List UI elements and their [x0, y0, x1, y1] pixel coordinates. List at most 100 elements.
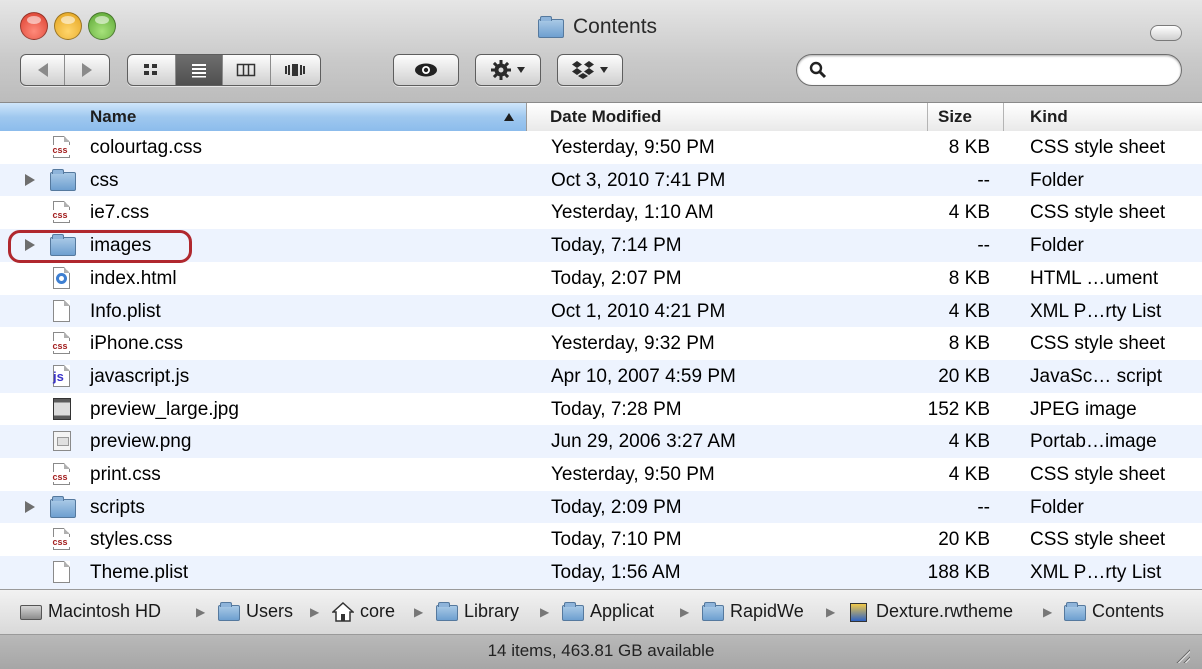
list-view-button[interactable]: [175, 55, 224, 85]
file-name: ie7.css: [90, 202, 150, 224]
list-item[interactable]: Info.plist Oct 1, 2010 4:21 PM 4 KB XML …: [0, 294, 1202, 328]
path-item-label: Library: [464, 601, 520, 621]
close-button[interactable]: [20, 12, 48, 40]
minimize-button[interactable]: [54, 12, 82, 40]
jpeg-file-icon: [50, 397, 76, 420]
file-name: print.css: [90, 464, 161, 485]
dropbox-menu-button[interactable]: [557, 54, 623, 86]
search-input[interactable]: [833, 58, 1181, 82]
path-item-contents[interactable]: Contents: [1064, 601, 1164, 622]
list-item[interactable]: css colourtag.css Yesterday, 9:50 PM 8 K…: [0, 131, 1202, 164]
file-size: 20 KB: [938, 365, 990, 387]
file-date: Oct 1, 2010 4:21 PM: [551, 300, 726, 322]
folder-icon: [436, 601, 458, 622]
file-kind: Folder: [1030, 496, 1084, 518]
path-item-label: Macintosh HD: [48, 601, 162, 621]
list-item[interactable]: index.html Today, 2:07 PM 8 KB HTML …ume…: [0, 262, 1202, 295]
file-kind: CSS style sheet: [1030, 202, 1166, 224]
file-name: styles.css: [90, 529, 173, 551]
file-kind: JPEG image: [1030, 398, 1137, 420]
list-item[interactable]: js javascript.js Apr 10, 2007 4:59 PM 20…: [0, 359, 1202, 393]
path-separator-icon: ▶: [1043, 605, 1053, 619]
path-separator-icon: ▶: [826, 605, 836, 619]
dropbox-icon: [572, 61, 594, 79]
action-menu-inner: [476, 55, 540, 85]
path-item-rapidweaver[interactable]: RapidWe: [702, 601, 804, 622]
toolbar-toggle-button[interactable]: [1150, 25, 1182, 41]
file-date: Oct 3, 2010 7:41 PM: [551, 169, 726, 191]
back-arrow-icon: [37, 63, 48, 77]
path-item-applications[interactable]: Applicat: [562, 601, 654, 622]
file-size: 8 KB: [948, 137, 990, 158]
column-header: Name Date Modified Size Kind: [0, 103, 1202, 132]
folder-icon: [50, 168, 76, 191]
path-item-library[interactable]: Library: [436, 601, 519, 622]
size-column-label: Size: [938, 107, 973, 126]
list-item[interactable]: css styles.css Today, 7:10 PM 20 KB CSS …: [0, 523, 1202, 556]
file-size: 4 KB: [948, 300, 990, 322]
name-column-header[interactable]: Name: [0, 103, 527, 131]
path-item-dexture-rwtheme[interactable]: Dexture.rwtheme: [848, 601, 1013, 622]
file-kind: Folder: [1030, 169, 1084, 191]
window-title-text: Contents: [573, 15, 658, 38]
list-item[interactable]: preview.png Jun 29, 2006 3:27 AM 4 KB Po…: [0, 425, 1202, 458]
list-item[interactable]: css Oct 3, 2010 7:41 PM -- Folder: [0, 163, 1202, 197]
path-bar: Macintosh HD ▶ Users ▶ core ▶ Library ▶ …: [0, 589, 1202, 635]
list-item[interactable]: preview_large.jpg Today, 7:28 PM 152 KB …: [0, 393, 1202, 426]
kind-column-header[interactable]: Kind: [1004, 103, 1202, 131]
sort-ascending-icon: [504, 113, 514, 121]
resize-grip-icon[interactable]: [1174, 647, 1190, 663]
file-size: 4 KB: [948, 431, 990, 453]
path-item-macintosh-hd[interactable]: Macintosh HD: [20, 601, 161, 622]
file-name: css: [90, 169, 119, 191]
list-view-icon: [191, 64, 206, 78]
disclosure-triangle-icon[interactable]: [24, 500, 36, 514]
file-date: Today, 7:14 PM: [551, 235, 682, 257]
file-date: Today, 7:28 PM: [551, 398, 682, 420]
list-item[interactable]: scripts Today, 2:09 PM -- Folder: [0, 490, 1202, 524]
search-field[interactable]: [796, 54, 1182, 86]
css-file-icon: css: [50, 528, 76, 551]
file-kind: CSS style sheet: [1030, 464, 1166, 485]
file-kind: HTML …ument: [1030, 267, 1159, 289]
file-date: Today, 2:09 PM: [551, 496, 682, 518]
column-view-button[interactable]: [223, 55, 271, 85]
icon-view-button[interactable]: [128, 55, 176, 85]
hard-drive-icon: [20, 602, 42, 622]
title-toolbar: Contents: [0, 0, 1202, 103]
path-separator-icon: ▶: [680, 605, 690, 619]
path-item-core[interactable]: core: [331, 601, 395, 622]
css-file-icon: css: [50, 463, 76, 485]
date-column-label: Date Modified: [550, 107, 662, 126]
file-size: --: [977, 235, 990, 257]
zoom-button[interactable]: [88, 12, 116, 40]
list-item[interactable]: css print.css Yesterday, 9:50 PM 4 KB CS…: [0, 458, 1202, 491]
coverflow-view-button[interactable]: [271, 55, 320, 85]
js-file-icon: js: [50, 364, 76, 387]
png-file-icon: [50, 430, 76, 452]
file-date: Jun 29, 2006 3:27 AM: [551, 431, 736, 453]
file-kind: CSS style sheet: [1030, 137, 1166, 158]
date-column-header[interactable]: Date Modified: [528, 103, 927, 131]
file-date: Today, 7:10 PM: [551, 529, 682, 551]
forward-button[interactable]: [65, 55, 109, 85]
size-column-header[interactable]: Size: [928, 103, 1003, 131]
list-item[interactable]: css iPhone.css Yesterday, 9:32 PM 8 KB C…: [0, 327, 1202, 360]
action-menu-button[interactable]: [475, 54, 541, 86]
file-date: Yesterday, 1:10 AM: [551, 202, 714, 224]
file-size: 8 KB: [948, 267, 990, 289]
path-item-users[interactable]: Users: [218, 601, 293, 622]
back-button[interactable]: [21, 55, 66, 85]
theme-file-icon: [848, 602, 870, 622]
folder-icon: [1064, 601, 1086, 622]
disclosure-triangle-icon[interactable]: [24, 173, 36, 187]
file-kind: XML P…rty List: [1030, 562, 1162, 584]
folder-icon: [702, 601, 724, 622]
file-list: css colourtag.css Yesterday, 9:50 PM 8 K…: [0, 131, 1202, 589]
list-item[interactable]: Theme.plist Today, 1:56 AM 188 KB XML P……: [0, 556, 1202, 589]
list-item[interactable]: css ie7.css Yesterday, 1:10 AM 4 KB CSS …: [0, 196, 1202, 229]
icon-view-icon: [144, 64, 158, 75]
finder-window: Contents Name Date Modified Size Kind cs…: [0, 0, 1202, 669]
quick-look-button[interactable]: [393, 54, 459, 86]
file-kind: CSS style sheet: [1030, 529, 1166, 551]
